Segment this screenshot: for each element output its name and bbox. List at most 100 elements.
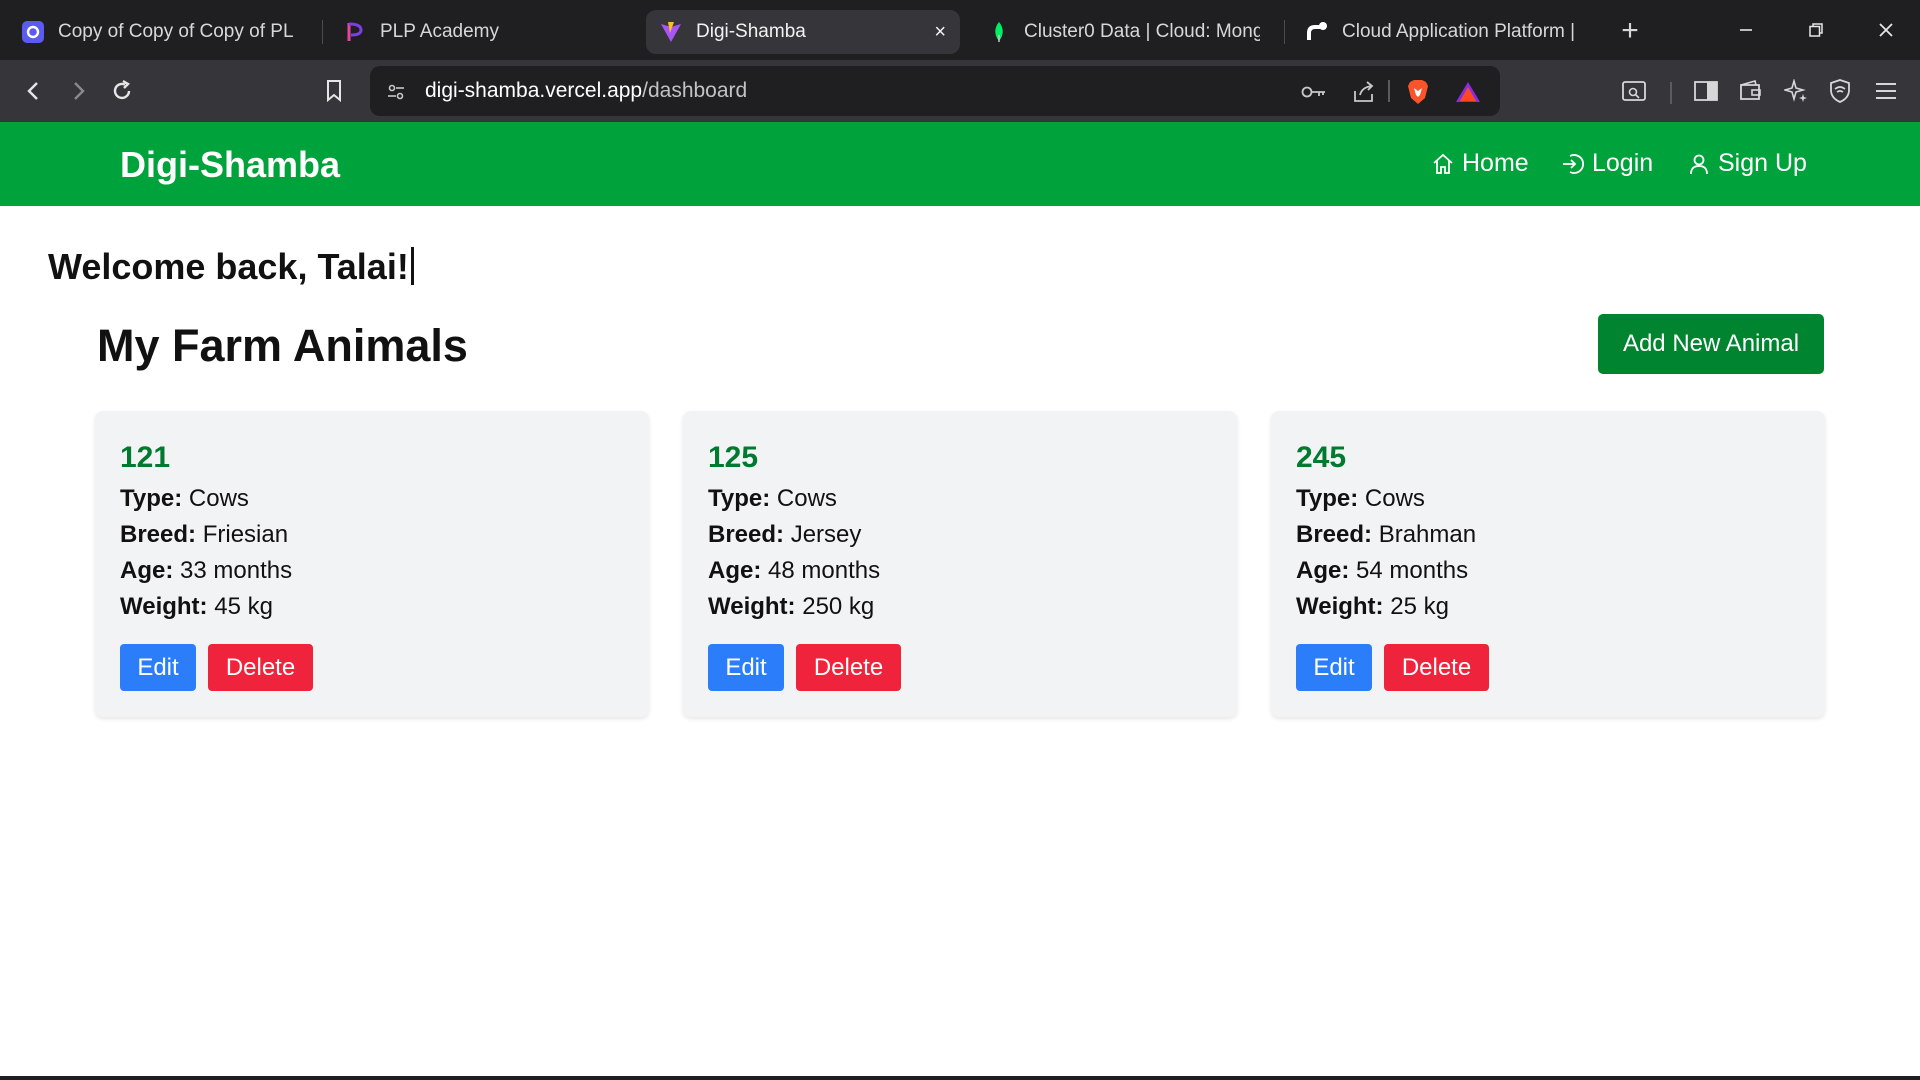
type-label: Type: [120,485,183,512]
nav-home-label: Home [1462,149,1529,177]
browser-toolbar: digi-shamba.vercel.app/dashboard [0,60,1920,122]
tab-separator [322,20,323,44]
menu-icon[interactable] [1868,73,1904,109]
animal-weight: 45 kg [214,593,273,620]
animal-breed: Friesian [202,521,289,548]
animal-weight-row: Weight: 25 kg [1296,593,1449,621]
animal-weight: 250 kg [802,593,875,620]
add-new-animal-button[interactable]: Add New Animal [1598,314,1824,374]
animal-tag: 245 [1296,441,1347,474]
bookmark-icon[interactable] [316,73,352,109]
age-label: Age: [708,557,762,584]
animal-type-row: Type: Cows [120,485,249,513]
site-navbar: Digi-Shamba Home Login Sign Up [0,122,1920,206]
minimize-icon[interactable] [1726,12,1766,48]
page-content: Digi-Shamba Home Login Sign Up Welcome b… [0,122,1920,1080]
tab-title: Cluster0 Data | Cloud: MongoD [1024,21,1260,42]
browser-tab-strip: Copy of Copy of Copy of PLP S PLP Academ… [0,0,1920,60]
delete-button[interactable]: Delete [796,644,901,691]
animal-type: Cows [776,485,837,512]
animal-type: Cows [1364,485,1425,512]
animal-age: 54 months [1356,557,1469,584]
animal-tag: 121 [120,441,171,474]
browser-tab-active[interactable]: Digi-Shamba × [646,10,960,54]
canva-favicon-icon [22,21,44,43]
tab-title: Cloud Application Platform | Re [1342,21,1578,42]
tab-title: Copy of Copy of Copy of PLP S [58,21,294,42]
tab-title: Digi-Shamba [696,21,806,42]
breed-label: Breed: [120,521,197,548]
mongodb-leaf-icon [988,21,1010,43]
nav-home-link[interactable]: Home [1432,149,1529,178]
welcome-text: Welcome back, Talai! [48,246,409,287]
browser-tab[interactable]: Cluster0 Data | Cloud: MongoD [974,10,1274,54]
render-favicon-icon [1306,21,1328,43]
nav-login-link[interactable]: Login [1562,149,1653,178]
edit-button[interactable]: Edit [120,644,196,691]
breed-label: Breed: [1296,521,1373,548]
page-title: My Farm Animals [97,320,468,371]
url-path: /dashboard [642,79,748,102]
window-bottom-edge [0,1076,1920,1080]
share-icon[interactable] [1350,78,1378,106]
browser-tab[interactable]: Cloud Application Platform | Re [1292,10,1592,54]
weight-label: Weight: [120,593,208,620]
brave-shields-icon[interactable] [1404,78,1432,106]
browser-tab[interactable]: Copy of Copy of Copy of PLP S [8,10,308,54]
animal-breed-row: Breed: Friesian [120,521,288,549]
back-icon[interactable] [16,73,52,109]
nav-signup-link[interactable]: Sign Up [1688,149,1807,178]
url-host: digi-shamba.vercel.app [425,79,643,102]
animal-weight: 25 kg [1390,593,1449,620]
close-tab-icon[interactable]: × [934,21,946,44]
edit-button[interactable]: Edit [708,644,784,691]
site-settings-icon[interactable] [382,78,410,106]
brand-logo[interactable]: Digi-Shamba [120,144,340,186]
brave-rewards-icon[interactable] [1454,78,1482,106]
animal-weight-row: Weight: 45 kg [120,593,273,621]
tab-title: PLP Academy [380,21,500,42]
weight-label: Weight: [708,593,796,620]
restore-icon[interactable] [1796,12,1836,48]
animal-breed-row: Breed: Jersey [708,521,861,549]
sidebar-icon[interactable] [1688,73,1724,109]
forward-icon[interactable] [60,73,96,109]
plp-favicon-icon [344,21,366,43]
address-bar[interactable]: digi-shamba.vercel.app/dashboard [370,66,1500,116]
animal-card: 125 Type: Cows Breed: Jersey Age: 48 mon… [683,411,1237,717]
address-url[interactable]: digi-shamba.vercel.app/dashboard [425,79,747,103]
new-tab-button[interactable]: + [1612,14,1648,50]
tab-separator [1284,20,1285,44]
animal-card: 121 Type: Cows Breed: Friesian Age: 33 m… [95,411,649,717]
password-key-icon[interactable] [1300,78,1328,106]
login-icon [1562,153,1584,175]
delete-button[interactable]: Delete [1384,644,1489,691]
browser-tab[interactable]: PLP Academy [330,10,630,54]
edit-button[interactable]: Edit [1296,644,1372,691]
leo-ai-icon[interactable] [1778,73,1814,109]
weight-label: Weight: [1296,593,1384,620]
vite-favicon-icon [660,21,682,43]
welcome-message: Welcome back, Talai! [48,246,414,288]
wallet-icon[interactable] [1733,73,1769,109]
toolbar-divider [1670,82,1672,104]
type-label: Type: [1296,485,1359,512]
animal-breed: Brahman [1378,521,1477,548]
delete-button[interactable]: Delete [208,644,313,691]
nav-login-label: Login [1592,149,1654,177]
animal-age-row: Age: 48 months [708,557,880,585]
animal-age-row: Age: 33 months [120,557,292,585]
vpn-shield-icon[interactable] [1822,73,1858,109]
reload-icon[interactable] [104,73,140,109]
close-window-icon[interactable] [1866,12,1906,48]
animal-card: 245 Type: Cows Breed: Brahman Age: 54 mo… [1271,411,1825,717]
user-icon [1688,153,1710,175]
animal-type: Cows [188,485,249,512]
animal-breed-row: Breed: Brahman [1296,521,1476,549]
age-label: Age: [120,557,174,584]
nav-signup-label: Sign Up [1718,149,1807,177]
toolbar-divider [1388,80,1390,102]
reading-list-icon[interactable] [1616,73,1652,109]
animal-age: 33 months [180,557,293,584]
animal-type-row: Type: Cows [708,485,837,513]
